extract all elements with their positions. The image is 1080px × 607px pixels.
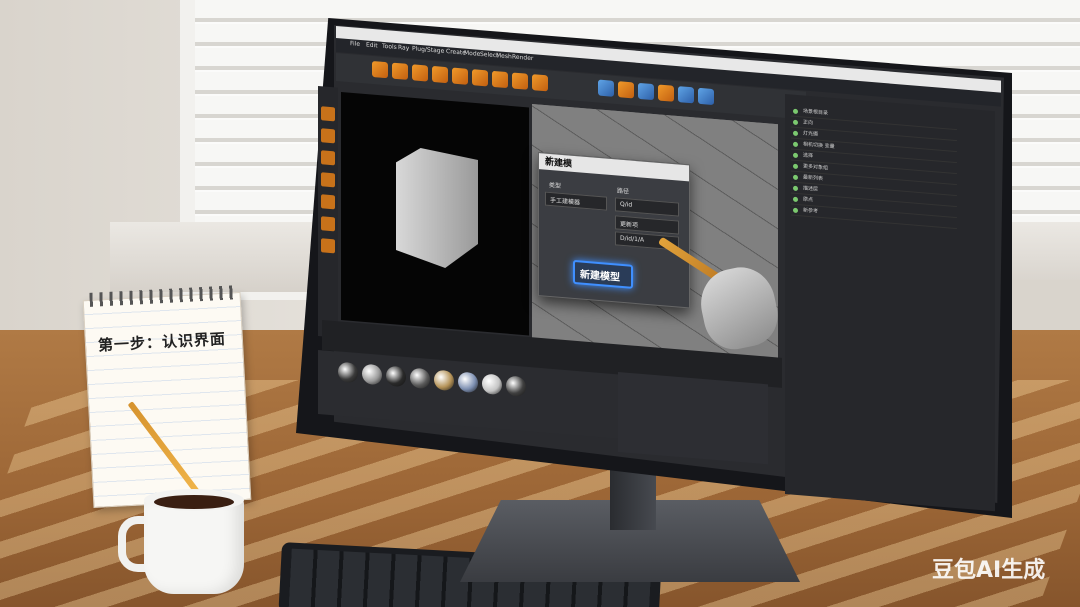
tool-icon[interactable] (321, 172, 335, 188)
path-label: 路径 (617, 187, 630, 196)
tool-icon[interactable] (598, 79, 614, 97)
menu-item[interactable]: Create (446, 48, 466, 57)
3d-model (396, 148, 478, 268)
monitor-stand-neck (610, 470, 656, 530)
tool-icon[interactable] (321, 128, 335, 144)
tool-icon[interactable] (472, 69, 488, 87)
tool-icon[interactable] (492, 70, 508, 89)
status-dot (793, 141, 798, 148)
material-swatch[interactable] (410, 367, 430, 390)
tool-icon[interactable] (658, 84, 674, 102)
watermark: 豆包AI生成 (932, 558, 1046, 583)
create-model-label: 新建模型 (580, 269, 620, 284)
tool-icon[interactable] (392, 62, 408, 80)
material-swatch[interactable] (362, 363, 382, 386)
material-swatch[interactable] (338, 361, 358, 384)
tool-icon[interactable] (452, 67, 468, 85)
type-select[interactable]: 手工建模器 (545, 191, 607, 211)
tool-icon[interactable] (321, 150, 335, 166)
tool-icon[interactable] (638, 82, 654, 101)
tool-icon[interactable] (321, 194, 335, 210)
status-dot (793, 152, 798, 159)
menu-item[interactable]: Plug/Stage (412, 45, 444, 55)
status-dot (793, 119, 798, 126)
update-field-value: 更新项 (620, 220, 639, 230)
left-toolbar (318, 86, 338, 338)
menu-item[interactable]: Mode (464, 50, 480, 58)
tool-icon[interactable] (321, 216, 335, 232)
path-field-value: D/id/1/A (620, 234, 645, 244)
menu-item[interactable]: Mesh (496, 52, 512, 60)
notebook-title: 第一步：认识界面 (97, 329, 227, 355)
tool-icon[interactable] (512, 72, 528, 90)
path-select-value: Q/id (620, 200, 633, 209)
menu-item[interactable]: Tools (382, 43, 397, 51)
material-swatch[interactable] (386, 365, 406, 388)
tool-icon[interactable] (321, 238, 335, 254)
type-label: 类型 (549, 181, 562, 190)
material-swatch[interactable] (482, 373, 502, 396)
material-swatch[interactable] (458, 371, 478, 394)
menu-item[interactable]: Edit (366, 41, 378, 49)
outliner-panel: 场景根目录 正向 灯光摄 相机切换 变量 选择 更多对象组 最新列表 描述层 原… (785, 94, 995, 512)
status-dot (793, 174, 798, 181)
tool-icon[interactable] (412, 64, 428, 82)
coffee (154, 495, 234, 509)
menu-item[interactable]: File (350, 40, 360, 48)
create-model-button[interactable]: 新建模型 (573, 259, 633, 289)
type-select-value: 手工建模器 (550, 196, 581, 207)
spiral-notebook: 第一步：认识界面 (82, 285, 252, 508)
tool-icon[interactable] (678, 86, 694, 104)
photo-scene: 第一步：认识界面 File Edit Tools Ray Plug/Stage … (0, 0, 1080, 607)
new-model-dialog: 新建模 ✕ 类型 手工建模器 路径 Q/id 更新项 D/id/1/A 新建模型 (538, 152, 690, 309)
menu-item[interactable]: Render (512, 53, 533, 62)
status-dot (793, 196, 798, 203)
tool-icon[interactable] (698, 87, 714, 106)
status-dot (793, 207, 798, 214)
status-dot (793, 163, 798, 170)
tool-icon[interactable] (618, 81, 634, 99)
status-dot (793, 185, 798, 192)
tool-icon[interactable] (321, 106, 335, 122)
attribute-panel (618, 372, 768, 465)
status-dot (793, 108, 798, 115)
tool-icon[interactable] (432, 65, 448, 84)
path-select[interactable]: Q/id (615, 197, 679, 217)
menu-item[interactable]: Ray (398, 44, 409, 52)
material-swatch[interactable] (434, 369, 454, 392)
tool-icon[interactable] (532, 74, 548, 92)
material-swatch[interactable] (506, 375, 526, 398)
status-dot (793, 130, 798, 137)
tool-icon[interactable] (372, 60, 388, 79)
